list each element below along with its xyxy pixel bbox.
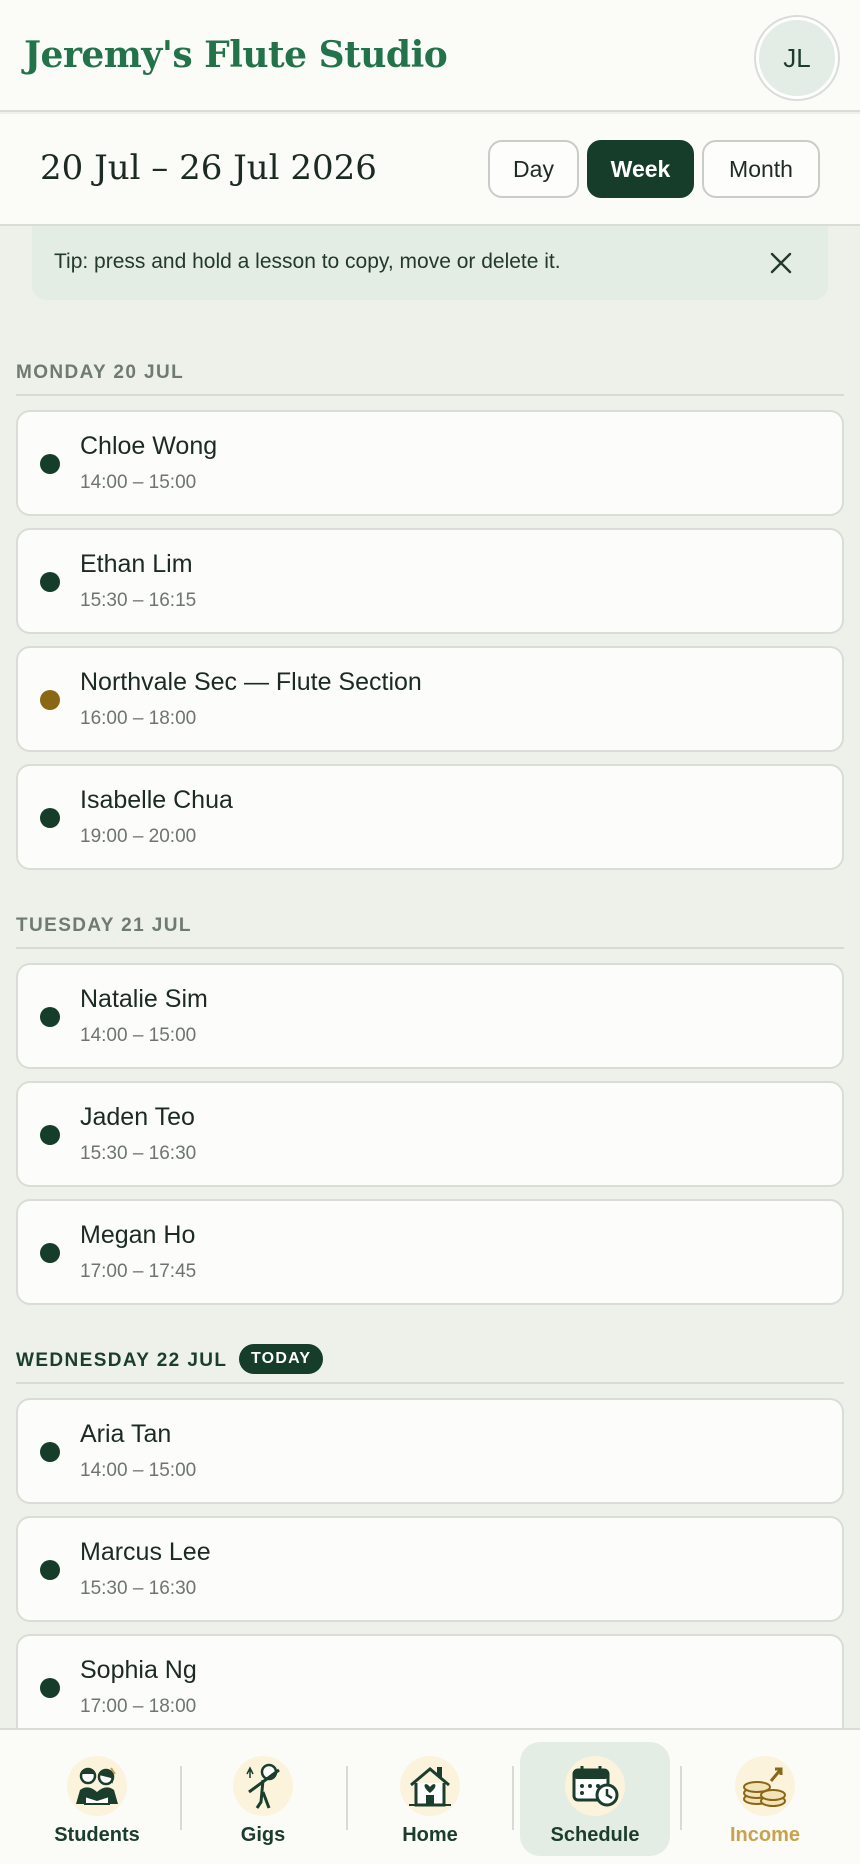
day-label: MONDAY 20 JUL <box>16 362 185 383</box>
nav-divider <box>680 1766 682 1830</box>
lesson-card[interactable]: Chloe Wong 14:00 – 15:00 <box>16 410 844 516</box>
lesson-time: 14:00 – 15:00 <box>80 472 197 493</box>
nav-label: Schedule <box>550 1824 640 1846</box>
nav-label: Home <box>402 1824 458 1846</box>
lesson-name: Chloe Wong <box>80 432 218 460</box>
view-week-button[interactable]: Week <box>587 140 694 198</box>
bottom-nav: Students Gigs Home Schedule Income <box>0 1728 860 1864</box>
students-icon <box>67 1756 127 1816</box>
lesson-card[interactable]: Isabelle Chua 19:00 – 20:00 <box>16 764 844 870</box>
nav-label: Income <box>729 1824 801 1846</box>
app-title: Jeremy's Flute Studio <box>24 34 448 76</box>
lesson-time: 15:30 – 16:15 <box>80 590 197 611</box>
lesson-status-dot <box>40 1243 60 1263</box>
lesson-name: Natalie Sim <box>80 985 208 1013</box>
lesson-time: 19:00 – 20:00 <box>80 826 197 847</box>
close-icon[interactable] <box>766 248 796 278</box>
nav-income[interactable]: Income <box>690 1742 840 1856</box>
lesson-card[interactable]: Jaden Teo 15:30 – 16:30 <box>16 1081 844 1187</box>
lesson-card[interactable]: Megan Ho 17:00 – 17:45 <box>16 1199 844 1305</box>
tip-banner: Tip: press and hold a lesson to copy, mo… <box>32 226 828 300</box>
view-month-button[interactable]: Month <box>702 140 820 198</box>
tip-text: Tip: press and hold a lesson to copy, mo… <box>54 250 561 273</box>
date-range: 20 Jul – 26 Jul 2026 <box>40 148 377 188</box>
lesson-status-dot <box>40 1442 60 1462</box>
nav-label: Students <box>54 1824 140 1846</box>
day-header-tuesday: TUESDAY 21 JUL <box>16 909 844 949</box>
lesson-status-dot <box>40 572 60 592</box>
lesson-card[interactable]: Northvale Sec — Flute Section 16:00 – 18… <box>16 646 844 752</box>
day-header-monday: MONDAY 20 JUL <box>16 356 844 396</box>
lesson-time: 15:30 – 16:30 <box>80 1143 197 1164</box>
lesson-name: Ethan Lim <box>80 550 193 578</box>
lesson-card[interactable]: Aria Tan 14:00 – 15:00 <box>16 1398 844 1504</box>
nav-gigs[interactable]: Gigs <box>188 1742 338 1856</box>
nav-label: Gigs <box>240 1824 286 1846</box>
lesson-name: Sophia Ng <box>80 1656 197 1684</box>
lesson-time: 15:30 – 16:30 <box>80 1578 197 1599</box>
lesson-card[interactable]: Ethan Lim 15:30 – 16:15 <box>16 528 844 634</box>
view-day-button[interactable]: Day <box>488 140 579 198</box>
lesson-status-dot <box>40 690 60 710</box>
lesson-name: Isabelle Chua <box>80 786 233 814</box>
lesson-status-dot <box>40 1678 60 1698</box>
lesson-time: 16:00 – 18:00 <box>80 708 197 729</box>
lesson-time: 17:00 – 18:00 <box>80 1696 197 1717</box>
lesson-name: Aria Tan <box>80 1420 172 1448</box>
lesson-card[interactable]: Sophia Ng 17:00 – 18:00 <box>16 1634 844 1740</box>
lesson-status-dot <box>40 1560 60 1580</box>
week-bar: 20 Jul – 26 Jul 2026 Day Week Month <box>0 114 860 226</box>
nav-home[interactable]: Home <box>355 1742 505 1856</box>
nav-divider <box>180 1766 182 1830</box>
nav-students[interactable]: Students <box>22 1742 172 1856</box>
lesson-name: Northvale Sec — Flute Section <box>80 668 422 696</box>
view-toggle: Day Week Month <box>488 140 820 198</box>
coins-icon <box>735 1756 795 1816</box>
lesson-time: 14:00 – 15:00 <box>80 1460 197 1481</box>
avatar[interactable]: JL <box>756 17 838 99</box>
lesson-name: Marcus Lee <box>80 1538 211 1566</box>
lesson-card[interactable]: Marcus Lee 15:30 – 16:30 <box>16 1516 844 1622</box>
lesson-time: 14:00 – 15:00 <box>80 1025 197 1046</box>
nav-divider <box>346 1766 348 1830</box>
lesson-time: 17:00 – 17:45 <box>80 1261 197 1282</box>
lesson-status-dot <box>40 1007 60 1027</box>
lesson-status-dot <box>40 454 60 474</box>
house-icon <box>400 1756 460 1816</box>
flute-player-icon <box>233 1756 293 1816</box>
app-header: Jeremy's Flute Studio JL <box>0 0 860 112</box>
nav-divider <box>512 1766 514 1830</box>
calendar-clock-icon <box>565 1756 625 1816</box>
day-label: TUESDAY 21 JUL <box>16 915 192 936</box>
day-header-wednesday: WEDNESDAY 22 JUL TODAY <box>16 1344 844 1384</box>
day-label: WEDNESDAY 22 JUL <box>16 1350 228 1371</box>
today-badge: TODAY <box>239 1344 324 1374</box>
nav-schedule[interactable]: Schedule <box>520 1742 670 1856</box>
lesson-name: Megan Ho <box>80 1221 196 1249</box>
lesson-status-dot <box>40 808 60 828</box>
lesson-status-dot <box>40 1125 60 1145</box>
lesson-card[interactable]: Natalie Sim 14:00 – 15:00 <box>16 963 844 1069</box>
lesson-name: Jaden Teo <box>80 1103 195 1131</box>
